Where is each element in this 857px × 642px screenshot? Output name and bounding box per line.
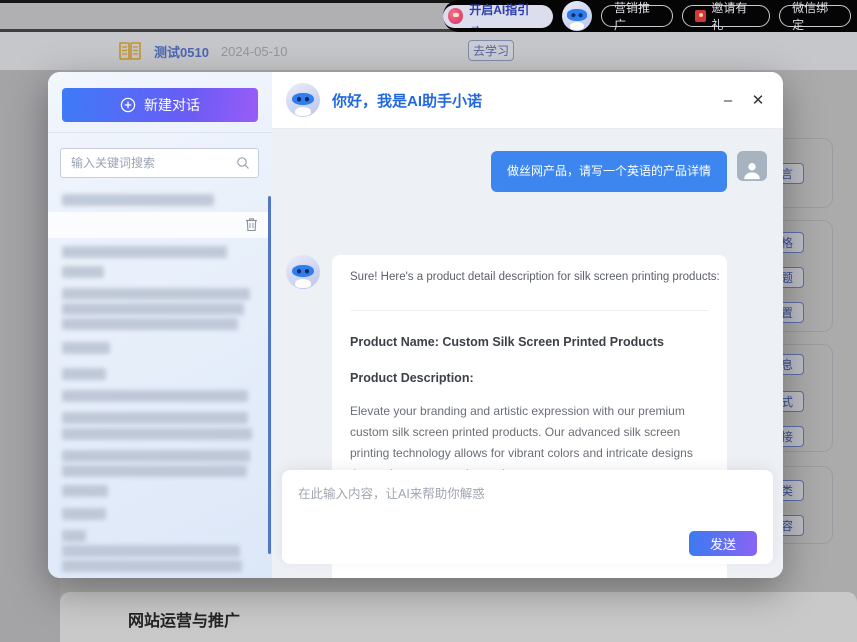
history-item-redacted[interactable] bbox=[62, 485, 108, 497]
assistant-avatar bbox=[286, 255, 320, 289]
red-packet-icon bbox=[695, 10, 706, 22]
minimize-button[interactable]: – bbox=[717, 92, 739, 109]
footer-section-card: 网站运营与推广 bbox=[60, 592, 857, 642]
history-item-redacted[interactable] bbox=[62, 368, 106, 380]
course-title: 测试0510 bbox=[154, 42, 209, 61]
new-chat-label: 新建对话 bbox=[144, 95, 200, 115]
footer-section-heading: 网站运营与推广 bbox=[128, 607, 240, 631]
robot-chin bbox=[570, 22, 584, 30]
assistant-robot-avatar[interactable] bbox=[562, 1, 592, 31]
history-item-redacted[interactable] bbox=[62, 246, 227, 258]
assistant-avatar bbox=[286, 83, 320, 117]
open-ai-guide-button[interactable]: 开启AI指引 → bbox=[443, 5, 553, 28]
go-study-button[interactable]: 去学习 bbox=[468, 40, 514, 61]
history-item-redacted[interactable] bbox=[62, 390, 248, 402]
invite-label: 邀请有礼 bbox=[711, 0, 757, 33]
history-search-input[interactable] bbox=[61, 156, 236, 170]
user-message-row: 做丝网产品，请写一个英语的产品详情 bbox=[491, 151, 767, 192]
dialog-title: 你好，我是AI助手小诺 bbox=[332, 90, 717, 111]
ai-message-divider bbox=[350, 310, 709, 311]
chat-message-area: 做丝网产品，请写一个英语的产品详情 Sure! Here's a bbox=[272, 129, 783, 578]
ai-guide-icon bbox=[448, 8, 463, 24]
history-item-redacted[interactable] bbox=[62, 560, 242, 572]
history-item-redacted[interactable] bbox=[62, 194, 214, 206]
sidebar-divider bbox=[48, 132, 272, 133]
ai-description-heading: Product Description: bbox=[350, 371, 709, 385]
wechat-label: 微信绑定 bbox=[792, 0, 838, 33]
ai-guide-label: 开启AI指引 → bbox=[469, 1, 541, 32]
robot-visor-icon bbox=[567, 9, 587, 20]
composer-card: 发送 bbox=[282, 470, 773, 564]
new-chat-button[interactable]: 新建对话 bbox=[62, 88, 258, 122]
course-subheader: 测试0510 2024-05-10 去学习 bbox=[0, 32, 857, 70]
robot-chin bbox=[295, 279, 311, 288]
history-item-redacted[interactable] bbox=[62, 412, 248, 424]
ai-assistant-dialog: 新建对话 bbox=[48, 72, 783, 578]
wechat-bind-button[interactable]: 微信绑定 bbox=[779, 5, 851, 27]
history-item-redacted[interactable] bbox=[62, 318, 238, 330]
ai-product-name: Product Name: Custom Silk Screen Printed… bbox=[350, 335, 709, 349]
user-avatar bbox=[737, 151, 767, 181]
robot-visor-icon bbox=[292, 93, 314, 106]
history-item-redacted[interactable] bbox=[62, 428, 252, 440]
plus-circle-icon bbox=[120, 97, 136, 113]
conversation-sidebar: 新建对话 bbox=[48, 72, 272, 578]
topbar-actions-panel: 开启AI指引 → 营销推广 邀请有礼 微信绑定 bbox=[443, 0, 857, 32]
person-icon bbox=[741, 159, 763, 181]
marketing-label: 营销推广 bbox=[614, 0, 660, 33]
marketing-promo-button[interactable]: 营销推广 bbox=[601, 5, 673, 27]
robot-visor-icon bbox=[292, 265, 314, 278]
ai-intro-text: Sure! Here's a product detail descriptio… bbox=[350, 269, 709, 286]
composer-input[interactable] bbox=[282, 470, 773, 528]
dialog-header: 你好，我是AI助手小诺 – ✕ bbox=[272, 72, 783, 129]
history-item-redacted[interactable] bbox=[62, 465, 247, 477]
chat-panel: 你好，我是AI助手小诺 – ✕ 做丝网产品，请写一个英语的产品详情 bbox=[272, 72, 783, 578]
history-item-redacted[interactable] bbox=[62, 342, 110, 354]
history-search-box bbox=[60, 148, 259, 178]
close-button[interactable]: ✕ bbox=[747, 91, 769, 109]
course-date: 2024-05-10 bbox=[221, 44, 288, 59]
sidebar-scrollbar[interactable] bbox=[268, 196, 271, 554]
history-item-redacted[interactable] bbox=[62, 266, 104, 278]
app-screen: 开启AI指引 → 营销推广 邀请有礼 微信绑定 测试0510 2024-05-1… bbox=[0, 0, 857, 642]
user-message-bubble: 做丝网产品，请写一个英语的产品详情 bbox=[491, 151, 727, 192]
send-button[interactable]: 发送 bbox=[689, 531, 757, 556]
history-item-redacted[interactable] bbox=[62, 288, 250, 300]
book-icon bbox=[118, 41, 142, 61]
history-item-redacted[interactable] bbox=[62, 508, 106, 520]
search-icon bbox=[236, 156, 250, 170]
history-item-redacted[interactable] bbox=[62, 450, 250, 462]
robot-chin bbox=[295, 107, 311, 116]
trash-icon[interactable] bbox=[245, 217, 258, 232]
history-item-redacted[interactable] bbox=[62, 530, 86, 542]
history-item-redacted[interactable] bbox=[62, 303, 244, 315]
history-item-redacted[interactable] bbox=[62, 545, 240, 557]
conversation-history-list bbox=[48, 188, 272, 578]
invite-reward-button[interactable]: 邀请有礼 bbox=[682, 5, 770, 27]
history-item-active[interactable] bbox=[48, 212, 270, 238]
